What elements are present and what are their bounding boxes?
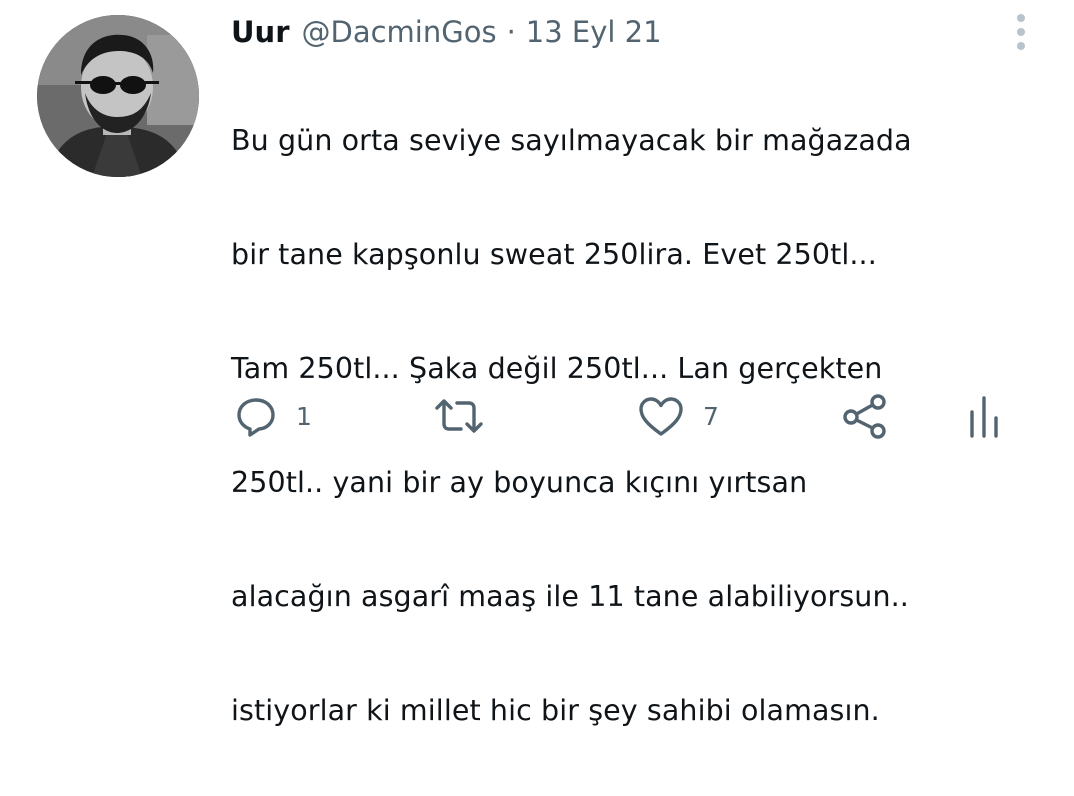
tweet-text-line: bir tane kapşonlu sweat 250lira. Evet 25…: [231, 238, 877, 271]
user-handle[interactable]: @DacminGos: [302, 12, 497, 52]
more-dot: [1017, 28, 1025, 36]
more-dot: [1017, 42, 1025, 50]
tweet-date[interactable]: 13 Eyl 21: [526, 12, 662, 52]
display-name[interactable]: Uur: [231, 12, 290, 52]
reply-button[interactable]: 1: [234, 388, 312, 444]
share-button[interactable]: [840, 388, 890, 444]
retweet-button[interactable]: [433, 388, 503, 444]
action-bar: 1 7: [0, 388, 1074, 444]
more-dot: [1017, 14, 1025, 22]
reply-icon: [237, 398, 275, 437]
avatar[interactable]: [37, 15, 199, 177]
tweet-text-line: alacağın asgarî maaş ile 11 tane alabili…: [231, 580, 909, 613]
tweet-header: Uur @DacminGos · 13 Eyl 21: [231, 12, 662, 52]
tweet-text-line: istiyorlar ki millet hic bir şey sahibi …: [231, 694, 880, 727]
tweet-text-line: Bu gün orta seviye sayılmayacak bir mağa…: [231, 124, 912, 157]
heart-icon: [639, 397, 683, 436]
more-options-icon[interactable]: [1010, 12, 1032, 52]
separator-dot: ·: [506, 15, 516, 49]
analytics-icon: [970, 396, 998, 438]
analytics-button[interactable]: [966, 388, 1002, 444]
like-count: 7: [703, 401, 719, 431]
retweet-icon: [435, 399, 483, 433]
like-button[interactable]: 7: [637, 388, 719, 444]
share-icon: [843, 394, 886, 439]
tweet-card[interactable]: Uur @DacminGos · 13 Eyl 21 Bu gün orta s…: [0, 0, 1074, 727]
avatar-image: [37, 15, 199, 177]
reply-count: 1: [296, 401, 312, 431]
